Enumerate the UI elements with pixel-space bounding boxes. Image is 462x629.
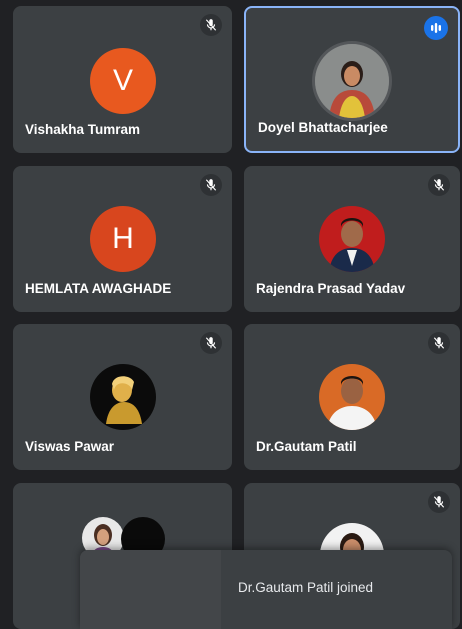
mic-off-icon: [200, 14, 222, 36]
participant-photo: [319, 364, 385, 430]
participant-name: Dr.Gautam Patil: [256, 439, 357, 454]
participant-tile-rajendra[interactable]: Rajendra Prasad Yadav: [244, 166, 460, 312]
notification-text: Dr.Gautam Patil joined: [238, 580, 374, 595]
join-notification: Dr.Gautam Patil joined: [80, 550, 452, 629]
mic-off-icon: [428, 174, 450, 196]
audio-level-icon: [424, 16, 448, 40]
participant-name: Viswas Pawar: [25, 439, 115, 454]
mic-off-icon: [200, 332, 222, 354]
participant-tile-viswas[interactable]: Viswas Pawar: [13, 324, 232, 470]
participant-tile-gautam[interactable]: Dr.Gautam Patil: [244, 324, 460, 470]
participant-tile-doyel[interactable]: Doyel Bhattacharjee: [244, 6, 460, 153]
participant-tile-hemlata[interactable]: H HEMLATA AWAGHADE: [13, 166, 232, 312]
participant-photo: [90, 364, 156, 430]
participant-photo: [319, 206, 385, 272]
participant-name: HEMLATA AWAGHADE: [25, 281, 172, 296]
avatar-initial: V: [90, 48, 156, 114]
mic-off-icon: [428, 491, 450, 513]
participant-name: Vishakha Tumram: [25, 122, 141, 137]
participant-photo: [312, 41, 392, 121]
participant-tile-vishakha[interactable]: V Vishakha Tumram: [13, 6, 232, 153]
participant-name: Rajendra Prasad Yadav: [256, 281, 406, 296]
mic-off-icon: [428, 332, 450, 354]
participant-name: Doyel Bhattacharjee: [258, 120, 388, 135]
notification-thumbnail: [80, 550, 221, 629]
avatar-initial: H: [90, 206, 156, 272]
mic-off-icon: [200, 174, 222, 196]
